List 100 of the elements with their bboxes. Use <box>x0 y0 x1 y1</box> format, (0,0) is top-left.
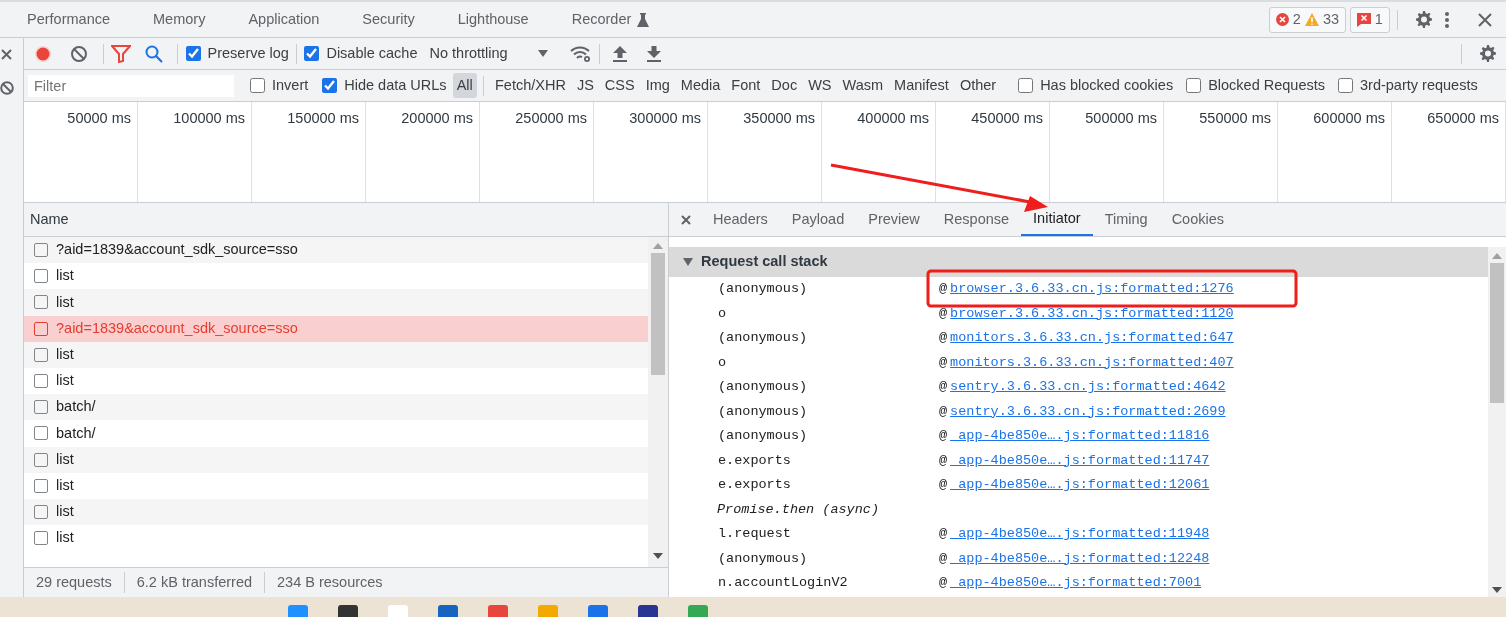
resource-type-filter[interactable]: Media <box>676 72 725 99</box>
caret-icon <box>537 50 548 57</box>
request-row[interactable]: list <box>24 472 648 499</box>
resource-type-filter[interactable]: Other <box>955 72 1001 99</box>
settings-icon[interactable] <box>1478 43 1498 64</box>
function-name: (anonymous) <box>717 378 809 397</box>
panel-tab[interactable]: Performance <box>0 1 126 38</box>
more-menu-icon[interactable] <box>1444 10 1450 29</box>
panel-tab[interactable]: Recorder <box>544 1 666 38</box>
checkbox[interactable] <box>1338 78 1353 93</box>
issues-counter-button[interactable]: 1 <box>1349 6 1390 33</box>
expanded-triangle-icon <box>683 257 693 267</box>
app-icon[interactable] <box>636 603 660 617</box>
status-text: 29 requests <box>24 571 125 594</box>
filter-icon[interactable] <box>110 44 131 63</box>
resource-type-filter[interactable]: Img <box>641 72 674 99</box>
search-icon[interactable] <box>144 44 163 63</box>
resource-type-filter[interactable]: Font <box>727 72 765 99</box>
error-icon <box>1275 13 1289 26</box>
detail-tab[interactable]: Timing <box>1092 203 1160 236</box>
at-sign: @ <box>939 353 948 372</box>
source-link[interactable]: _app-4be850e….js:formatted:11948 <box>950 524 1210 545</box>
app-icon[interactable] <box>336 603 360 617</box>
close-icon[interactable] <box>1 49 12 60</box>
resource-type-filter[interactable]: Manifest <box>890 72 953 99</box>
upload-icon[interactable] <box>613 45 628 62</box>
resource-type-filter[interactable]: Doc <box>767 72 802 99</box>
checkbox[interactable] <box>250 78 265 93</box>
request-row[interactable]: batch/ <box>24 394 648 421</box>
filter-field[interactable]: Filter <box>28 74 234 97</box>
resource-type-filter[interactable]: JS <box>572 72 598 99</box>
close-icon[interactable] <box>681 215 691 225</box>
function-name: o <box>717 353 728 372</box>
record-icon[interactable] <box>34 44 52 63</box>
scrollbar[interactable] <box>1488 247 1506 597</box>
source-link[interactable]: _app-4be850e….js:formatted:12061 <box>950 475 1210 496</box>
checkbox-label: Preserve log <box>207 43 289 63</box>
request-row[interactable]: list <box>24 367 648 395</box>
scrollbar[interactable] <box>648 237 668 567</box>
request-row[interactable]: list <box>24 341 648 368</box>
timeline-tick-label: 350000 ms <box>743 110 815 126</box>
detail-tab[interactable]: Response <box>931 203 1022 236</box>
checkbox[interactable] <box>1186 78 1202 93</box>
at-sign: @ <box>939 378 948 397</box>
checkbox[interactable] <box>304 46 320 61</box>
clear-icon[interactable] <box>70 44 88 63</box>
section-header[interactable]: Request call stack <box>669 247 1488 277</box>
resource-type-filter[interactable]: Fetch/XHR <box>491 72 570 99</box>
source-link[interactable]: _app-4be850e….js:formatted:11816 <box>950 426 1210 447</box>
block-icon[interactable] <box>0 81 14 95</box>
checkbox-label: Blocked Requests <box>1208 75 1325 95</box>
source-link[interactable]: monitors.3.6.33.cn.js:formatted:647 <box>950 328 1234 349</box>
panel-tab[interactable]: Memory <box>126 1 222 38</box>
request-row[interactable]: list <box>24 263 648 290</box>
source-link[interactable]: _app-4be850e….js:formatted:7001 <box>950 573 1202 594</box>
detail-tab[interactable]: Cookies <box>1159 203 1237 236</box>
resource-type-filter[interactable]: CSS <box>600 72 639 99</box>
checkbox[interactable] <box>185 46 201 61</box>
checkbox-label: Disable cache <box>326 43 418 63</box>
checkbox[interactable] <box>1018 78 1034 93</box>
request-row[interactable]: ?aid=1839&account_sdk_source=sso <box>24 237 648 264</box>
source-link[interactable]: _app-4be850e….js:formatted:11747 <box>950 450 1210 471</box>
resource-type-filter[interactable]: WS <box>804 72 836 99</box>
panel-tab[interactable]: Security <box>335 1 431 38</box>
panel-tab[interactable]: Application <box>221 1 336 38</box>
source-link[interactable]: sentry.3.6.33.cn.js:formatted:2699 <box>950 401 1226 422</box>
source-link[interactable]: sentry.3.6.33.cn.js:formatted:4642 <box>950 377 1226 398</box>
source-link[interactable]: browser.3.6.33.cn.js:formatted:1276 <box>950 279 1234 300</box>
source-link[interactable]: monitors.3.6.33.cn.js:formatted:407 <box>950 352 1234 373</box>
network-conditions-icon[interactable] <box>569 44 592 63</box>
console-counter-button[interactable]: 2 33 <box>1268 6 1347 33</box>
checkbox[interactable] <box>322 78 338 93</box>
resource-type-filter[interactable]: All <box>452 72 477 99</box>
request-row[interactable]: list <box>24 525 648 552</box>
detail-tab[interactable]: Payload <box>779 203 857 236</box>
close-icon[interactable] <box>1478 12 1492 27</box>
issue-icon <box>1356 12 1371 27</box>
source-link[interactable]: _app-4be850e….js:formatted:12248 <box>950 548 1210 569</box>
timeline-tick-label: 200000 ms <box>401 110 473 126</box>
request-row[interactable]: list <box>24 446 648 473</box>
timeline-tick-label: 600000 ms <box>1313 110 1385 126</box>
app-icon[interactable] <box>436 603 460 617</box>
throttling-dropdown[interactable]: No throttling <box>429 42 548 65</box>
detail-tab[interactable]: Headers <box>701 203 780 236</box>
at-sign: @ <box>939 525 948 544</box>
function-name: o <box>717 304 728 323</box>
request-row[interactable]: batch/ <box>24 420 648 447</box>
at-sign: @ <box>939 451 948 470</box>
request-row[interactable]: list <box>24 289 648 316</box>
checkbox-label: 3rd-party requests <box>1360 75 1478 95</box>
function-name: (anonymous) <box>717 402 809 421</box>
panel-tab[interactable]: Lighthouse <box>430 1 545 38</box>
download-icon[interactable] <box>647 45 662 62</box>
at-sign: @ <box>939 476 948 495</box>
detail-tab[interactable]: Preview <box>856 203 932 236</box>
source-link[interactable]: browser.3.6.33.cn.js:formatted:1120 <box>950 303 1234 324</box>
settings-icon[interactable] <box>1414 9 1434 30</box>
request-row[interactable]: list <box>24 498 648 526</box>
at-sign: @ <box>939 549 948 568</box>
resource-type-filter[interactable]: Wasm <box>838 72 888 99</box>
